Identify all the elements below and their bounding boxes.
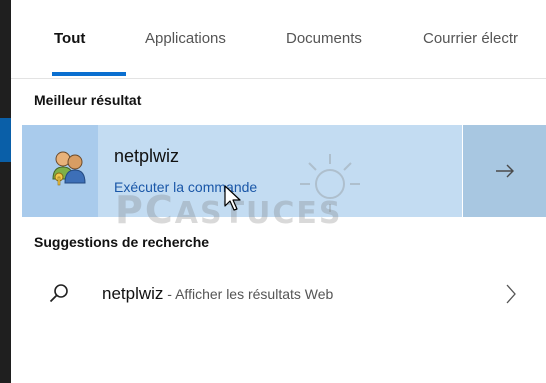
mouse-cursor-icon xyxy=(224,185,241,211)
search-tabs: Tout Applications Documents Courrier éle… xyxy=(11,0,546,79)
suggestions-heading: Suggestions de recherche xyxy=(34,234,210,250)
chevron-right-icon[interactable] xyxy=(504,282,518,306)
tab-documents[interactable]: Documents xyxy=(286,30,362,47)
tab-applications[interactable]: Applications xyxy=(145,30,226,47)
suggestion-query: netplwiz xyxy=(102,284,164,303)
arrow-right-icon xyxy=(496,164,514,178)
taskbar-active-indicator xyxy=(0,118,11,162)
suggestion-text: netplwiz - Afficher les résultats Web xyxy=(102,284,333,304)
suggestion-item[interactable]: netplwiz - Afficher les résultats Web xyxy=(22,270,546,318)
active-tab-indicator xyxy=(52,72,126,76)
tab-tout[interactable]: Tout xyxy=(54,30,85,47)
best-result-title: netplwiz xyxy=(114,146,180,166)
taskbar-strip xyxy=(0,0,11,383)
open-best-result-button[interactable] xyxy=(463,125,546,217)
users-icon xyxy=(52,151,86,186)
best-result-heading: Meilleur résultat xyxy=(34,92,142,108)
watermark-pc: PC xyxy=(115,188,175,232)
watermark-astuces: ASTUCES xyxy=(174,196,343,231)
search-icon xyxy=(49,284,68,303)
tab-courrier[interactable]: Courrier électr xyxy=(423,30,518,47)
search-window: Tout Applications Documents Courrier éle… xyxy=(0,0,546,383)
suggestion-detail: - Afficher les résultats Web xyxy=(163,286,334,302)
